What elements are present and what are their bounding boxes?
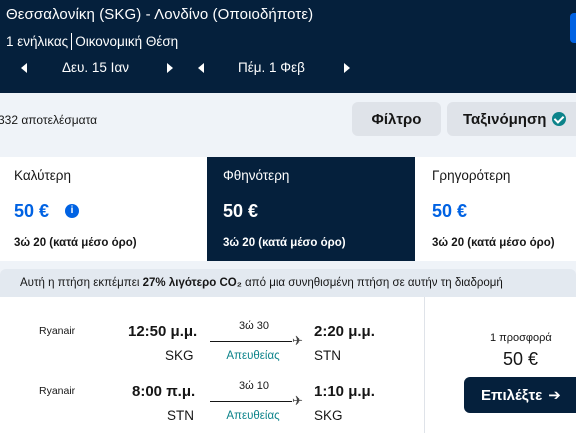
airline-name: Ryanair xyxy=(39,325,76,337)
passengers-label[interactable]: 1 ενήλικας xyxy=(6,34,68,49)
meta-divider xyxy=(71,33,73,50)
outbound-prev-arrow-icon[interactable] xyxy=(16,58,32,78)
return-next-arrow-icon[interactable] xyxy=(339,58,355,78)
flight-duration: 3ώ 10 xyxy=(239,380,269,392)
arrive-time: 2:20 μ.μ. xyxy=(314,323,375,340)
depart-time: 8:00 π.μ. xyxy=(132,383,196,400)
arrive-code: STN xyxy=(314,348,341,363)
sort-button-label: Ταξινόμηση xyxy=(463,110,547,128)
tab-label: Γρηγορότερη xyxy=(432,168,511,183)
airline-name: Ryanair xyxy=(39,385,76,397)
tab-price: 50 € xyxy=(432,201,468,221)
eco-suffix: από μια συνηθισμένη πτήση σε αυτήν τη δι… xyxy=(245,277,503,289)
tab-label: Φθηνότερη xyxy=(223,168,290,183)
card-divider xyxy=(424,297,425,433)
sort-button[interactable]: Ταξινόμηση xyxy=(447,102,576,136)
filter-button[interactable]: Φίλτρο xyxy=(352,102,441,136)
tab-price: 50 € xyxy=(14,201,50,221)
return-date[interactable]: Πέμ. 1 Φεβ xyxy=(238,60,305,75)
filter-button-label: Φίλτρο xyxy=(371,110,422,128)
depart-code: SKG xyxy=(165,348,194,363)
outbound-date[interactable]: Δευ. 15 Ιαν xyxy=(62,60,129,75)
tab-duration: 3ώ 20 (κατά μέσο όρο) xyxy=(432,237,555,249)
tab-fastest[interactable]: Γρηγορότερη 50 € 3ώ 20 (κατά μέσο όρο) xyxy=(415,157,576,261)
select-button-label: Επιλέξτε xyxy=(481,386,543,404)
route-title[interactable]: Θεσσαλονίκη (SKG) - Λονδίνο (Οποιοδήποτε… xyxy=(6,6,313,23)
results-bar: 332 αποτελέσματα Φίλτρο Ταξινόμηση xyxy=(0,93,576,151)
results-count: 332 αποτελέσματα xyxy=(0,113,98,127)
route-line xyxy=(210,401,292,402)
eco-banner: Αυτή η πτήση εκπέμπει 27% λιγότερο CO₂ α… xyxy=(0,269,576,297)
card-price: 50 € xyxy=(503,349,539,369)
plane-icon: ✈ xyxy=(292,333,303,348)
search-meta[interactable]: 1 ενήλικας Οικονομική Θέση xyxy=(6,33,178,50)
offers-count: 1 προσφορά xyxy=(490,332,552,344)
eco-highlight: 27% λιγότερο CO₂ xyxy=(142,277,242,289)
tab-cheapest[interactable]: Φθηνότερη 50 € 3ώ 20 (κατά μέσο όρο) xyxy=(207,157,415,261)
plane-icon: ✈ xyxy=(292,393,303,408)
eco-text: Αυτή η πτήση εκπέμπει 27% λιγότερο CO₂ α… xyxy=(20,277,503,289)
return-prev-arrow-icon[interactable] xyxy=(193,58,209,78)
arrive-time: 1:10 μ.μ. xyxy=(314,383,375,400)
depart-time: 12:50 μ.μ. xyxy=(128,323,198,340)
arrow-right-icon: ➔ xyxy=(548,387,561,404)
check-icon xyxy=(552,112,567,126)
tab-duration: 3ώ 20 (κατά μέσο όρο) xyxy=(14,237,137,249)
stops-label: Απευθείας xyxy=(226,410,280,422)
info-icon[interactable]: i xyxy=(65,204,79,218)
tab-price: 50 € xyxy=(223,201,259,221)
flight-duration: 3ώ 30 xyxy=(239,320,269,332)
outbound-next-arrow-icon[interactable] xyxy=(162,58,178,78)
stops-label: Απευθείας xyxy=(226,350,280,362)
select-button[interactable]: Επιλέξτε ➔ xyxy=(464,377,576,413)
cabin-label[interactable]: Οικονομική Θέση xyxy=(75,34,178,49)
eco-prefix: Αυτή η πτήση εκπέμπει xyxy=(20,277,140,289)
tab-best[interactable]: Καλύτερη 50 € i 3ώ 20 (κατά μέσο όρο) xyxy=(0,157,207,261)
arrive-code: SKG xyxy=(314,408,343,423)
tab-label: Καλύτερη xyxy=(14,168,71,183)
search-header: Θεσσαλονίκη (SKG) - Λονδίνο (Οποιοδήποτε… xyxy=(0,0,576,93)
depart-code: STN xyxy=(167,408,194,423)
tab-duration: 3ώ 20 (κατά μέσο όρο) xyxy=(223,237,346,249)
header-action-button[interactable] xyxy=(570,13,576,43)
sort-tabs: Καλύτερη 50 € i 3ώ 20 (κατά μέσο όρο) Φθ… xyxy=(0,157,576,261)
flight-card[interactable]: Ryanair 12:50 μ.μ. SKG 3ώ 30 ✈ Απευθείας… xyxy=(0,297,576,433)
route-line xyxy=(210,341,292,342)
